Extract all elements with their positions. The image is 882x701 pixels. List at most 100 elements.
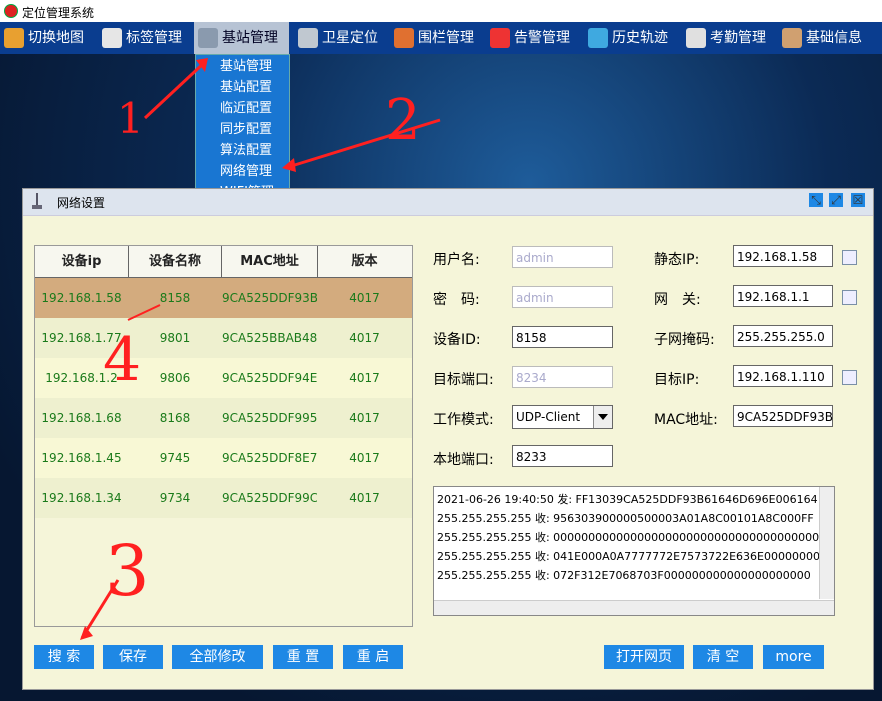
table-row[interactable]: 192.168.1.58 8158 9CA525DDF93B 4017: [35, 278, 412, 318]
cell-version: 4017: [349, 331, 380, 345]
menu-label: 考勤管理: [710, 30, 766, 46]
static-ip-checkbox[interactable]: [842, 250, 857, 265]
annotation-number: 1: [117, 94, 144, 143]
clear-button[interactable]: 清 空: [693, 645, 753, 669]
table-row[interactable]: 192.168.1.2 9806 9CA525DDF94E 4017: [35, 358, 412, 398]
device-table: 设备ip 设备名称 MAC地址 版本 192.168.1.58 8158 9CA…: [34, 245, 413, 627]
close-icon[interactable]: ☒: [851, 193, 865, 207]
menu-label: 卫星定位: [322, 30, 378, 46]
subnet-label: 子网掩码:: [654, 332, 715, 348]
device-id-label: 设备ID:: [433, 332, 481, 348]
modify-all-button[interactable]: 全部修改: [172, 645, 263, 669]
open-web-button[interactable]: 打开网页: [604, 645, 684, 669]
menu-switch-map[interactable]: 切换地图: [4, 22, 84, 54]
dialog-title: 网络设置: [57, 196, 106, 210]
gateway-label: 网 关:: [654, 292, 701, 308]
more-button[interactable]: more: [763, 645, 824, 669]
cell-ip: 192.168.1.34: [41, 491, 122, 505]
cell-mac: 9CA525DDF94E: [222, 371, 317, 385]
password-label: 密 码:: [433, 292, 480, 308]
menu-tag-management[interactable]: 标签管理: [102, 22, 182, 54]
col-header-ip[interactable]: 设备ip: [35, 246, 129, 277]
cell-version: 4017: [349, 291, 380, 305]
dropdown-item-algorithm-config[interactable]: 算法配置: [220, 140, 272, 161]
mac-field[interactable]: 9CA525DDF93B: [733, 405, 833, 427]
target-ip-checkbox[interactable]: [842, 370, 857, 385]
password-field[interactable]: admin: [512, 286, 613, 308]
table-row[interactable]: 192.168.1.45 9745 9CA525DDF8E7 4017: [35, 438, 412, 478]
dropdown-item-base-station-config[interactable]: 基站配置: [220, 77, 272, 98]
menu-label: 围栏管理: [418, 30, 474, 46]
warning-icon: [490, 28, 510, 48]
menu-basic-info[interactable]: 基础信息: [782, 22, 862, 54]
gateway-checkbox[interactable]: [842, 290, 857, 305]
dropdown-item-sync-config[interactable]: 同步配置: [220, 119, 272, 140]
table-header: 设备ip 设备名称 MAC地址 版本: [35, 246, 412, 278]
local-port-field[interactable]: 8233: [512, 445, 613, 467]
save-button[interactable]: 保存: [103, 645, 163, 669]
maximize-icon[interactable]: ⤢: [829, 193, 843, 207]
dropdown-item-network-mgmt[interactable]: 网络管理: [220, 161, 272, 182]
cell-ip: 192.168.1.68: [41, 411, 122, 425]
search-button[interactable]: 搜 索: [34, 645, 94, 669]
clipboard-icon: [686, 28, 706, 48]
menu-fence[interactable]: 围栏管理: [394, 22, 474, 54]
app-logo-icon: [4, 4, 18, 18]
base-station-dropdown: 基站管理 基站配置 临近配置 同步配置 算法配置 网络管理 WIFI管理: [195, 54, 290, 205]
cell-version: 4017: [349, 451, 380, 465]
col-header-name[interactable]: 设备名称: [129, 246, 222, 277]
menu-base-station[interactable]: 基站管理: [194, 22, 289, 54]
menu-attendance[interactable]: 考勤管理: [686, 22, 766, 54]
menu-label: 基础信息: [806, 30, 862, 46]
restore-icon[interactable]: ⤡: [809, 193, 823, 207]
reset-button[interactable]: 重 置: [273, 645, 333, 669]
app-title: 定位管理系统: [22, 6, 95, 20]
cell-name: 9806: [159, 371, 191, 385]
menu-bar: 切换地图 标签管理 基站管理 卫星定位 围栏管理 告警管理 历史轨迹 考勤管理 …: [0, 22, 882, 54]
device-id-field[interactable]: 8158: [512, 326, 613, 348]
menu-label: 标签管理: [126, 30, 182, 46]
cell-name: 9734: [159, 491, 191, 505]
gateway-field[interactable]: 192.168.1.1: [733, 285, 833, 307]
antenna-icon: [198, 28, 218, 48]
network-settings-dialog: 网络设置 ⤡ ⤢ ☒ 设备ip 设备名称 MAC地址 版本 192.168.1.…: [22, 188, 874, 690]
route-icon: [588, 28, 608, 48]
cell-mac: 9CA525DDF93B: [222, 291, 317, 305]
table-row[interactable]: 192.168.1.34 9734 9CA525DDF99C 4017: [35, 478, 412, 518]
target-ip-field[interactable]: 192.168.1.110: [733, 365, 833, 387]
work-mode-select[interactable]: UDP-Client: [512, 405, 613, 429]
menu-satellite[interactable]: 卫星定位: [298, 22, 378, 54]
log-textarea[interactable]: 2021-06-26 19:40:50 发: FF13039CA525DDF93…: [433, 486, 835, 616]
horizontal-scrollbar[interactable]: [434, 600, 834, 615]
satellite-icon: [298, 28, 318, 48]
table-row[interactable]: 192.168.1.68 8168 9CA525DDF995 4017: [35, 398, 412, 438]
dropdown-item-nearby-config[interactable]: 临近配置: [220, 98, 272, 119]
cell-name: 8158: [159, 291, 191, 305]
dropdown-item-base-station-mgmt[interactable]: 基站管理: [220, 56, 272, 77]
antenna-icon: [32, 193, 42, 209]
map-icon: [4, 28, 24, 48]
chevron-down-icon[interactable]: [593, 406, 612, 428]
table-row[interactable]: 192.168.1.77 9801 9CA525BBAB48 4017: [35, 318, 412, 358]
target-port-field[interactable]: 8234: [512, 366, 613, 388]
title-bar: 定位管理系统: [0, 0, 882, 22]
local-port-label: 本地端口:: [433, 452, 494, 468]
fence-icon: [394, 28, 414, 48]
annotation-number: 2: [385, 88, 421, 153]
menu-label: 告警管理: [514, 30, 570, 46]
log-line: 255.255.255.255 收: 072F312E7068703F00000…: [437, 569, 811, 582]
static-ip-label: 静态IP:: [654, 252, 700, 268]
vertical-scrollbar[interactable]: [819, 487, 834, 599]
static-ip-field[interactable]: 192.168.1.58: [733, 245, 833, 267]
menu-alarm[interactable]: 告警管理: [490, 22, 570, 54]
menu-history[interactable]: 历史轨迹: [588, 22, 668, 54]
col-header-mac[interactable]: MAC地址: [222, 246, 318, 277]
cell-name: 9745: [159, 451, 191, 465]
restart-button[interactable]: 重 启: [343, 645, 403, 669]
target-port-label: 目标端口:: [433, 372, 494, 388]
col-header-version[interactable]: 版本: [318, 246, 411, 277]
subnet-field[interactable]: 255.255.255.0: [733, 325, 833, 347]
id-card-icon: [102, 28, 122, 48]
username-field[interactable]: admin: [512, 246, 613, 268]
annotation-number: 3: [105, 530, 150, 612]
